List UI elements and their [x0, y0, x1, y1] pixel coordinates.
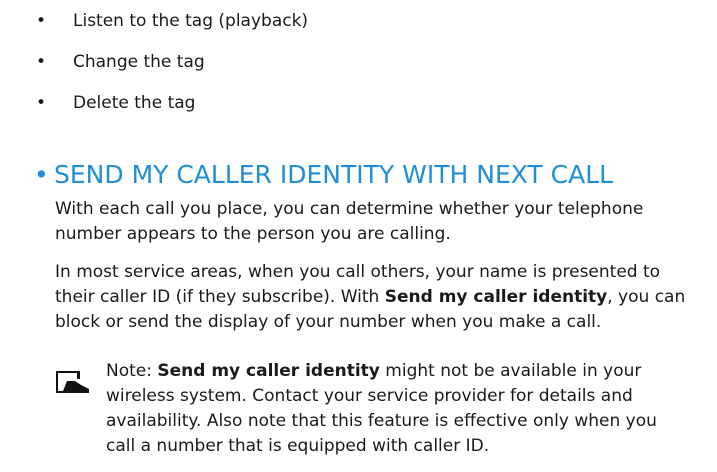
paragraph-line: In most service areas, when you call oth…: [55, 262, 661, 282]
note-prefix: Note:: [106, 361, 158, 381]
menu-option-name: Send my caller identity: [384, 287, 608, 307]
text-run: , you can: [607, 287, 686, 307]
paragraph-caller-id-intro: With each call you place, you can determ…: [55, 197, 717, 247]
document-page: { "bullets": [ "Listen to the tag (playb…: [0, 0, 717, 472]
note-line: availability. Also note that this featur…: [106, 411, 657, 431]
note-line: Note: Send my caller identity might not …: [106, 359, 657, 384]
paragraph-line: With each call you place, you can determ…: [55, 199, 644, 219]
note-line: call a number that is equipped with call…: [106, 436, 490, 456]
menu-option-name: Send my caller identity: [157, 361, 380, 381]
note-line: wireless system. Contact your service pr…: [106, 386, 633, 406]
paragraph-line: number appears to the person you are cal…: [55, 224, 451, 244]
note-icon: [56, 371, 89, 393]
list-item-text: Change the tag: [73, 52, 205, 72]
heading-bullet-icon: •: [34, 160, 49, 189]
section-title: SEND MY CALLER IDENTITY WITH NEXT CALL: [54, 160, 614, 189]
paragraph-line: block or send the display of your number…: [55, 312, 602, 332]
text-run: might not be available in your: [379, 361, 642, 381]
bullet-point-icon: •: [36, 93, 47, 113]
text-run: their caller ID (if they subscribe). Wit…: [55, 287, 385, 307]
bullet-point-icon: •: [36, 52, 47, 72]
bullet-point-icon: •: [36, 11, 47, 31]
paragraph-caller-id-details: In most service areas, when you call oth…: [55, 260, 717, 335]
note-block: Note: Send my caller identity might not …: [106, 359, 657, 459]
list-item-text: Listen to the tag (playback): [73, 11, 309, 31]
list-item-text: Delete the tag: [73, 93, 196, 113]
paragraph-line: their caller ID (if they subscribe). Wit…: [55, 285, 717, 310]
